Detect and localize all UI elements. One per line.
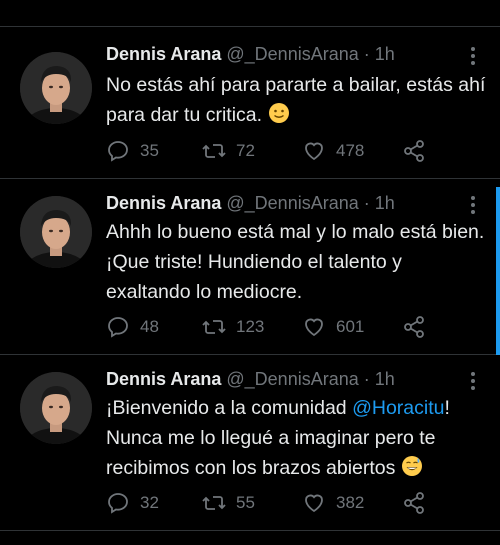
reply-count: 35: [140, 141, 159, 160]
tweet-actions: 48 123 601: [106, 315, 436, 339]
separator: ·: [363, 44, 370, 64]
reply-button[interactable]: 32: [106, 491, 159, 515]
tweet-header: Dennis Arana @_DennisArana · 1h: [106, 44, 395, 65]
retweet-button[interactable]: 123: [202, 315, 264, 339]
heart-icon: [305, 494, 323, 513]
tweet-3[interactable]: Dennis Arana @_DennisArana · 1h ¡Bienven…: [0, 355, 500, 531]
tweet-text: Ahhh lo bueno está mal y lo malo está bi…: [106, 217, 486, 307]
retweet-count: 72: [236, 141, 255, 160]
heart-icon: [305, 318, 323, 337]
more-options-icon[interactable]: [470, 196, 476, 214]
retweet-icon: [202, 496, 226, 510]
share-icon: [404, 316, 424, 338]
separator: ·: [363, 369, 370, 389]
like-count: 478: [336, 141, 365, 160]
scroll-indicator[interactable]: [496, 187, 500, 355]
reply-button[interactable]: 48: [106, 315, 159, 339]
like-button[interactable]: 601: [302, 315, 364, 339]
retweet-button[interactable]: 72: [202, 139, 255, 163]
author-name[interactable]: Dennis Arana: [106, 369, 221, 389]
tweet-text-body: No estás ahí para pararte a bailar, está…: [106, 74, 486, 126]
retweet-count: 123: [236, 317, 265, 336]
slightly-smiling-face-icon: [268, 102, 290, 124]
retweet-count: 55: [236, 493, 255, 512]
tweet-header: Dennis Arana @_DennisArana · 1h: [106, 369, 395, 390]
author-handle[interactable]: @_DennisArana: [226, 44, 358, 64]
like-button[interactable]: 382: [302, 491, 364, 515]
reply-icon: [108, 317, 128, 338]
tweet-actions: 35 72 478: [106, 139, 436, 163]
share-button[interactable]: [402, 491, 426, 515]
avatar[interactable]: [20, 196, 92, 268]
reply-icon: [108, 493, 128, 514]
retweet-icon: [202, 320, 226, 334]
like-count: 601: [336, 317, 365, 336]
reply-button[interactable]: 35: [106, 139, 159, 163]
share-button[interactable]: [402, 315, 426, 339]
tweet-text: ¡Bienvenido a la comunidad @Horacitu! Nu…: [106, 393, 486, 483]
reply-icon: [108, 141, 128, 162]
tweet-text-before: ¡Bienvenido a la comunidad: [106, 397, 353, 419]
author-handle[interactable]: @_DennisArana: [226, 369, 358, 389]
tweet-1[interactable]: Dennis Arana @_DennisArana · 1h No estás…: [0, 27, 500, 179]
share-icon: [404, 492, 424, 514]
separator: ·: [363, 193, 370, 213]
author-name[interactable]: Dennis Arana: [106, 193, 221, 213]
retweet-icon: [202, 144, 226, 158]
tweet-2[interactable]: Dennis Arana @_DennisArana · 1h Ahhh lo …: [0, 179, 500, 355]
timestamp[interactable]: 1h: [375, 193, 395, 213]
grinning-face-with-sweat-icon: [401, 455, 423, 477]
share-icon: [404, 140, 424, 162]
like-count: 382: [336, 493, 365, 512]
share-button[interactable]: [402, 139, 426, 163]
tweet-actions: 32 55 382: [106, 491, 436, 515]
author-handle[interactable]: @_DennisArana: [226, 193, 358, 213]
tweet-header: Dennis Arana @_DennisArana · 1h: [106, 193, 395, 214]
reply-count: 48: [140, 317, 159, 336]
avatar[interactable]: [20, 372, 92, 444]
retweet-button[interactable]: 55: [202, 491, 255, 515]
tweet-text: No estás ahí para pararte a bailar, está…: [106, 70, 486, 130]
mention-link[interactable]: @Horacitu: [352, 397, 444, 419]
timestamp[interactable]: 1h: [375, 44, 395, 64]
heart-icon: [305, 142, 323, 161]
author-name[interactable]: Dennis Arana: [106, 44, 221, 64]
avatar[interactable]: [20, 52, 92, 124]
reply-count: 32: [140, 493, 159, 512]
timestamp[interactable]: 1h: [375, 369, 395, 389]
like-button[interactable]: 478: [302, 139, 364, 163]
more-options-icon[interactable]: [470, 372, 476, 390]
tweet-text-body: Ahhh lo bueno está mal y lo malo está bi…: [106, 221, 485, 303]
more-options-icon[interactable]: [470, 47, 476, 65]
